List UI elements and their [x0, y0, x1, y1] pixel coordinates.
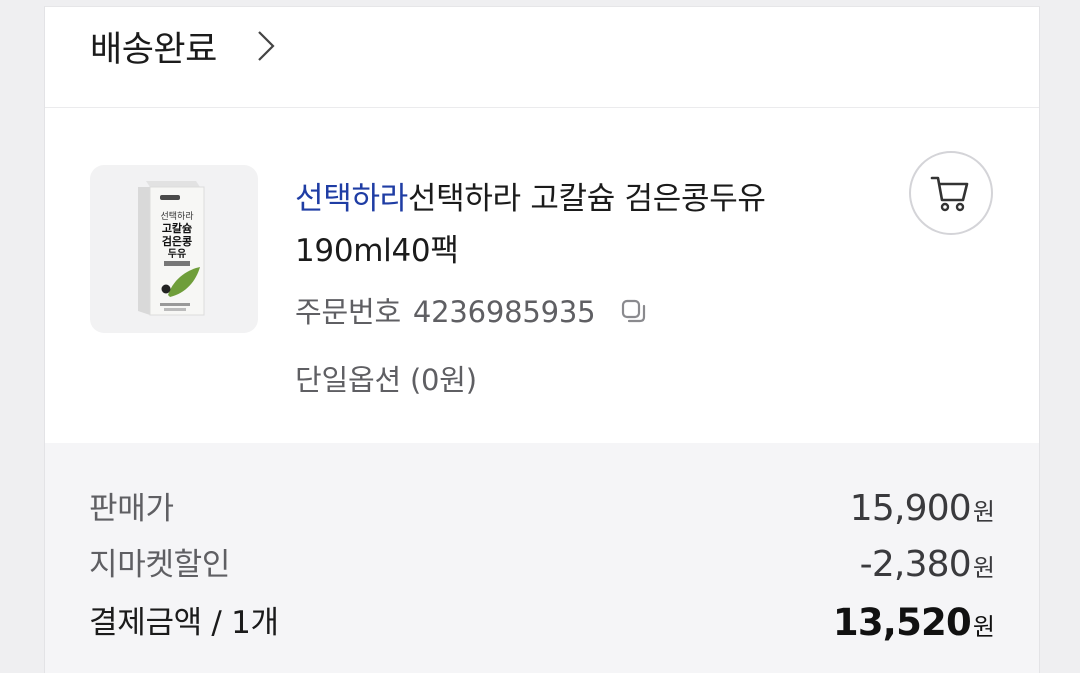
order-card: 배송완료 선택하라 고칼슘 검은콩 두유 선택하라선택하라 고칼슘 검은콩두유 … — [44, 6, 1040, 673]
delivery-status-row[interactable]: 배송완료 — [45, 7, 1039, 108]
product-thumbnail[interactable]: 선택하라 고칼슘 검은콩 두유 — [90, 165, 258, 333]
svg-text:검은콩: 검은콩 — [162, 235, 192, 248]
svg-text:두유: 두유 — [168, 248, 186, 260]
add-to-cart-button[interactable] — [909, 151, 993, 235]
payment-amount-value: 13,520원 — [832, 601, 995, 644]
delivery-status[interactable]: 배송완료 — [90, 21, 217, 72]
product-image: 선택하라 고칼슘 검은콩 두유 — [138, 181, 205, 316]
sale-price-row: 판매가 15,900원 — [45, 483, 1039, 535]
payment-amount-row: 결제금액 / 1개 13,520원 — [45, 597, 1039, 649]
payment-amount-label: 결제금액 / 1개 — [89, 605, 279, 641]
discount-value: -2,380원 — [859, 544, 995, 585]
chevron-right-icon[interactable] — [255, 29, 277, 63]
order-number: 4236985935 — [412, 295, 596, 329]
order-number-row: 주문번호 4236985935 — [295, 289, 648, 331]
copy-icon[interactable] — [620, 298, 648, 326]
option-info: 단일옵션 (0원) — [295, 363, 477, 397]
order-number-label: 주문번호 — [295, 295, 401, 329]
sale-price-value: 15,900원 — [849, 488, 995, 529]
discount-label: 지마켓할인 — [89, 547, 231, 583]
cart-icon — [930, 176, 969, 212]
price-summary: 판매가 15,900원 지마켓할인 -2,380원 결제금액 / 1개 13,5… — [45, 443, 1039, 673]
svg-text:선택하라: 선택하라 — [160, 211, 194, 222]
discount-row: 지마켓할인 -2,380원 — [45, 539, 1039, 591]
svg-text:고칼슘: 고칼슘 — [162, 222, 192, 235]
sale-price-label: 판매가 — [89, 491, 174, 527]
product-brand[interactable]: 선택하라 — [295, 181, 408, 217]
product-title[interactable]: 선택하라선택하라 고칼슘 검은콩두유 190ml40팩 — [295, 173, 885, 277]
